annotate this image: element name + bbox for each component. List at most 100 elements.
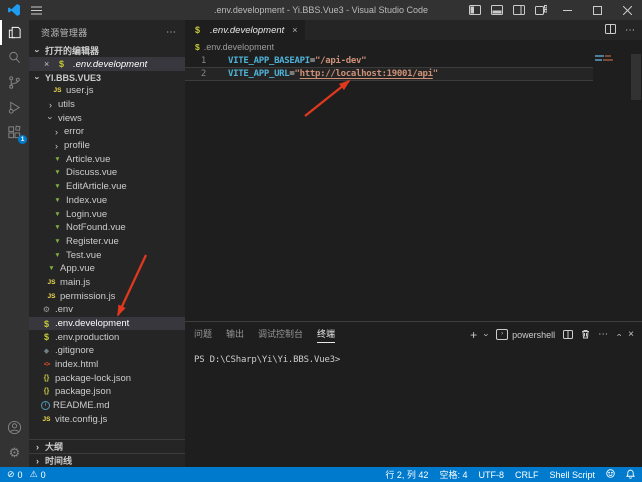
chevron-right-icon: › [33,456,42,466]
feedback-smiley-icon[interactable] [606,469,615,480]
tree-item[interactable]: JSpermission.js [29,289,185,303]
split-terminal-icon[interactable] [563,326,573,344]
status-item[interactable]: Shell Script [549,470,595,480]
tree-item-label: package.json [55,386,111,397]
outline-section-header[interactable]: › 大纲 [29,439,185,453]
tree-item-label: .env.production [55,332,119,343]
warning-icon: ⚠ [30,469,38,480]
minimap[interactable] [593,54,630,322]
open-editor-item[interactable]: × $ .env.development [29,57,185,71]
tree-item[interactable]: ▼App.vue [29,262,185,276]
vue-icon: ▼ [52,252,63,259]
project-section-header[interactable]: › YI.BBS.VUE3 [29,71,185,84]
vue-icon: ▼ [52,211,63,218]
panel-tab[interactable]: 输出 [226,327,244,343]
js-icon: JS [46,279,57,286]
vue-icon: ▼ [52,156,63,163]
tree-item-label: README.md [53,400,109,411]
shell-name: powershell [512,330,555,340]
tree-item-label: index.html [55,359,98,370]
status-item[interactable]: CRLF [515,470,539,480]
tree-item[interactable]: ▼Register.vue [29,235,185,249]
code-viewport[interactable]: 1VITE_APP_BASEAPI="/api-dev"2 VITE_APP_UR… [185,54,642,322]
toggle-panel-icon[interactable] [486,0,508,20]
kill-terminal-icon[interactable] [581,326,590,344]
status-item[interactable]: UTF-8 [478,470,504,480]
new-terminal-icon[interactable]: + [470,328,477,342]
tree-item[interactable]: ▼Test.vue [29,248,185,262]
tree-item[interactable]: ◆.gitignore [29,344,185,358]
settings-gear-icon[interactable]: ⚙ [0,440,29,465]
tree-item[interactable]: ▼Article.vue [29,152,185,166]
panel-tab[interactable]: 问题 [194,327,212,343]
problems-status[interactable]: ⊘ 0 ⚠ 0 [7,469,46,480]
vue-icon: ▼ [52,238,63,245]
customize-layout-icon[interactable] [530,0,552,20]
toggle-secondary-sidebar-icon[interactable] [508,0,530,20]
code-line[interactable]: 1VITE_APP_BASEAPI="/api-dev" [185,55,593,67]
accounts-icon[interactable] [0,415,29,440]
panel-tab[interactable]: 终端 [317,327,335,343]
maximize-button[interactable] [582,0,612,20]
panel-tab[interactable]: 调试控制台 [258,327,303,343]
tree-item[interactable]: ⚙.env [29,303,185,317]
code-line[interactable]: 2VITE_APP_URL="http://localhost:19001/ap… [185,67,593,81]
close-panel-icon[interactable]: × [628,329,634,340]
tree-item[interactable]: JSmain.js [29,276,185,290]
tree-item[interactable]: ▼NotFound.vue [29,221,185,235]
tree-item[interactable]: ▼Login.vue [29,207,185,221]
tree-item[interactable]: ›profile [29,139,185,153]
tree-item[interactable]: $.env.production [29,330,185,344]
extensions-icon[interactable]: 1 [0,120,29,145]
open-editors-header[interactable]: › 打开的编辑器 [29,44,185,57]
editor-more-actions-icon[interactable]: ⋯ [625,25,636,36]
timeline-section-header[interactable]: › 时间线 [29,453,185,467]
terminal-shell-select[interactable]: › powershell [496,329,555,340]
tree-item[interactable]: {}package-lock.json [29,371,185,385]
terminal-output[interactable]: PS D:\CSharp\Yi\Yi.BBS.Vue3> [185,347,642,365]
status-item[interactable]: 行 2, 列 42 [385,468,428,481]
tree-item[interactable]: ▼Discuss.vue [29,166,185,180]
panel-more-actions-icon[interactable]: ⋯ [598,329,609,340]
editor-scrollbar[interactable] [630,54,642,322]
tree-item[interactable]: ›views [29,111,185,125]
close-button[interactable] [612,0,642,20]
tree-item-label: Discuss.vue [66,167,117,178]
tree-item[interactable]: {}package.json [29,385,185,399]
search-icon[interactable] [0,45,29,70]
tree-item[interactable]: ›utils [29,98,185,112]
menu-hamburger-icon[interactable] [31,6,42,15]
toggle-sidebar-icon[interactable] [464,0,486,20]
breadcrumb-item[interactable]: .env.development [204,42,274,52]
code-token: VITE_APP_URL [228,69,289,79]
terminal-dropdown-icon[interactable]: › [482,333,492,336]
maximize-panel-icon[interactable]: › [614,333,624,336]
run-debug-icon[interactable] [0,95,29,120]
tree-item[interactable]: ▼EditArticle.vue [29,180,185,194]
tree-item[interactable]: iREADME.md [29,399,185,413]
tree-item[interactable]: <>index.html [29,358,185,372]
tab-close-icon[interactable]: × [292,25,297,35]
tree-item[interactable]: $.env.development [29,317,185,331]
minimize-button[interactable] [552,0,582,20]
split-editor-icon[interactable] [605,21,616,39]
tree-item[interactable]: JSuser.js [29,84,185,98]
tab-env-development[interactable]: $ .env.development × [185,20,305,40]
tree-item-label: main.js [60,277,90,288]
close-icon[interactable]: × [44,59,56,69]
breadcrumb[interactable]: $ .env.development [185,40,642,54]
explorer-icon[interactable] [0,20,29,45]
line-number: 2 [185,68,206,80]
source-control-icon[interactable] [0,70,29,95]
env-file-icon: $ [195,42,200,52]
gitignore-icon: ◆ [41,347,52,355]
tree-item-label: NotFound.vue [66,222,126,233]
notifications-bell-icon[interactable] [626,469,635,481]
tree-item[interactable]: JSvite.config.js [29,413,185,427]
tree-item[interactable]: ›error [29,125,185,139]
json-icon: {} [41,375,52,382]
more-actions-icon[interactable]: ⋯ [166,27,177,38]
status-item[interactable]: 空格: 4 [439,468,467,481]
url-link[interactable]: http://localhost:19001/api [300,69,433,79]
tree-item[interactable]: ▼Index.vue [29,194,185,208]
